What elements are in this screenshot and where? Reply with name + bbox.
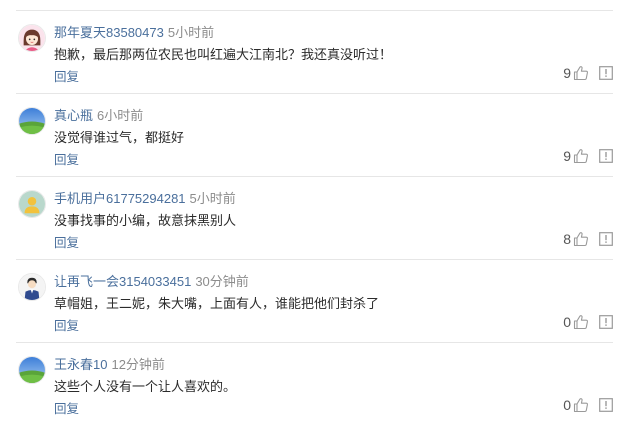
- timestamp: 12分钟前: [111, 357, 165, 372]
- username[interactable]: 那年夏天83580473: [54, 25, 164, 40]
- like-count: 9: [563, 65, 571, 81]
- comment-item: 让再飞一会3154033451 30分钟前 草帽姐，王二妮，朱大嘴，上面有人，谁能…: [0, 260, 637, 343]
- user-avatar[interactable]: [18, 273, 46, 301]
- comment-text: 这些个人没有一个让人喜欢的。: [54, 379, 237, 394]
- thumbs-up-icon[interactable]: [573, 314, 589, 330]
- comment-item: 真心瓶 6小时前 没觉得谁过气，都挺好 回复 9: [0, 94, 637, 177]
- comment-text: 抱歉，最后那两位农民也叫红遍大江南北？我还真没听过！: [54, 47, 393, 62]
- report-icon[interactable]: [599, 232, 613, 246]
- thumbs-up-icon[interactable]: [573, 65, 589, 81]
- reply-button[interactable]: 回复: [54, 66, 79, 85]
- timestamp: 30分钟前: [195, 274, 249, 289]
- report-icon[interactable]: [599, 66, 613, 80]
- like-count: 0: [563, 314, 571, 330]
- username[interactable]: 真心瓶: [54, 108, 93, 123]
- user-avatar[interactable]: [18, 190, 46, 218]
- reply-button[interactable]: 回复: [54, 149, 79, 168]
- comment-text: 没觉得谁过气，都挺好: [54, 130, 185, 145]
- girl-avatar-icon: [19, 25, 45, 51]
- cartoon-man-avatar-icon: [19, 274, 45, 300]
- username[interactable]: 王永春10: [54, 357, 107, 372]
- default-user-avatar-icon: [19, 191, 45, 217]
- comment-item: 王永春10 12分钟前 这些个人没有一个让人喜欢的。 回复 0: [0, 343, 637, 426]
- landscape-avatar-icon: [19, 357, 45, 383]
- comment-list: 那年夏天83580473 5小时前 抱歉，最后那两位农民也叫红遍大江南北？我还真没…: [0, 0, 637, 431]
- reply-button[interactable]: 回复: [54, 232, 79, 251]
- like-count: 8: [563, 231, 571, 247]
- timestamp: 5小时前: [167, 25, 215, 40]
- username[interactable]: 手机用户61775294281: [54, 191, 186, 206]
- report-icon[interactable]: [599, 398, 613, 412]
- report-icon[interactable]: [599, 149, 613, 163]
- reply-button[interactable]: 回复: [54, 398, 79, 417]
- like-count: 0: [563, 397, 571, 413]
- thumbs-up-icon[interactable]: [573, 397, 589, 413]
- comment-text: 没事找事的小编，故意抹黑别人: [54, 213, 237, 228]
- comment-text: 草帽姐，王二妮，朱大嘴，上面有人，谁能把他们封杀了: [54, 296, 380, 311]
- thumbs-up-icon[interactable]: [573, 231, 589, 247]
- user-avatar[interactable]: [18, 356, 46, 384]
- report-icon[interactable]: [599, 315, 613, 329]
- user-avatar[interactable]: [18, 24, 46, 52]
- comment-item: 手机用户61775294281 5小时前 没事找事的小编，故意抹黑别人 回复 8: [0, 177, 637, 260]
- comment-item: 那年夏天83580473 5小时前 抱歉，最后那两位农民也叫红遍大江南北？我还真没…: [0, 11, 637, 94]
- timestamp: 5小时前: [189, 191, 236, 206]
- timestamp: 6小时前: [97, 108, 144, 123]
- landscape-avatar-icon: [19, 108, 45, 134]
- user-avatar[interactable]: [18, 107, 46, 135]
- thumbs-up-icon[interactable]: [573, 148, 589, 164]
- like-count: 9: [563, 148, 571, 164]
- reply-button[interactable]: 回复: [54, 315, 79, 334]
- username[interactable]: 让再飞一会3154033451: [54, 274, 191, 289]
